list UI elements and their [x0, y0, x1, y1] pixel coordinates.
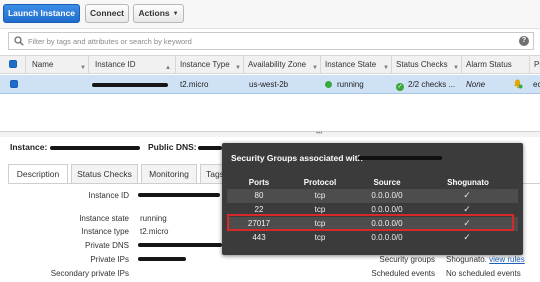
column-header-status-checks-label: Status Checks: [396, 60, 448, 69]
column-header-instance-id[interactable]: Instance ID ▲: [89, 56, 176, 73]
grip-icon: •••: [316, 131, 323, 137]
rule-protocol: tcp: [314, 233, 326, 242]
instance-label: Instance:: [10, 142, 48, 152]
rule-source: 0.0.0.0/0: [371, 191, 403, 200]
sort-icon: ▼: [312, 65, 318, 71]
private-ips-label: Private IPs: [90, 255, 129, 264]
rule-row: 80 tcp 0.0.0.0/0 ✓: [227, 189, 518, 203]
connect-button[interactable]: Connect: [85, 4, 129, 23]
sort-icon: ▼: [235, 65, 241, 71]
redacted-private-dns: [138, 243, 222, 247]
highlight-box: [227, 214, 514, 231]
public-dns-label: Public DNS:: [148, 142, 197, 152]
search-placeholder: Filter by tags and attributes or search …: [28, 37, 192, 46]
redacted-instance-id: [92, 83, 168, 87]
column-header-name[interactable]: Name ▼: [26, 56, 89, 73]
chevron-down-icon: ▼: [172, 11, 179, 17]
sort-icon: ▼: [383, 65, 389, 71]
tab-monitoring[interactable]: Monitoring: [141, 164, 197, 183]
redacted-instance-id-value: [138, 193, 220, 197]
search-icon: [14, 36, 24, 46]
shogunato-column-header: Shogunato: [447, 178, 489, 187]
tab-status-checks[interactable]: Status Checks: [71, 164, 138, 183]
instance-state-value: running: [337, 80, 364, 89]
instance-type-value: t2.micro: [140, 227, 169, 236]
alarm-status-cell: None: [466, 80, 486, 89]
popup-title: Security Groups associated with: [231, 153, 363, 163]
instance-id-label: Instance ID: [88, 191, 129, 200]
column-header-public-dns[interactable]: Pu: [530, 56, 540, 73]
protocol-column-header: Protocol: [303, 178, 337, 187]
check-icon: ✓: [463, 232, 471, 242]
rule-source: 0.0.0.0/0: [371, 233, 403, 242]
instance-state-value: running: [140, 214, 167, 223]
sort-icon: ▼: [80, 65, 86, 71]
tab-description[interactable]: Description: [8, 164, 68, 184]
rule-port: 22: [254, 205, 264, 214]
rule-port: 443: [252, 233, 266, 242]
rule-port: 80: [254, 191, 264, 200]
column-header-availability-zone-label: Availability Zone: [248, 60, 307, 69]
redacted-instance-name: [358, 156, 442, 160]
column-header-status-checks[interactable]: Status Checks ▼: [392, 56, 462, 73]
instances-table-header: Name ▼ Instance ID ▲ Instance Type ▼ Ava…: [0, 55, 540, 74]
column-header-availability-zone[interactable]: Availability Zone ▼: [244, 56, 321, 73]
public-dns-cell: ec: [533, 80, 540, 89]
column-header-name-label: Name: [32, 60, 54, 69]
view-rules-link[interactable]: view rules: [489, 255, 525, 264]
instance-type-cell: t2.micro: [180, 80, 209, 89]
ports-column-header: Ports: [248, 178, 270, 187]
actions-label: Actions: [138, 8, 170, 18]
column-header-public-dns-label: Pu: [534, 60, 540, 69]
status-checks-value: 2/2 checks ...: [408, 80, 456, 89]
security-groups-label: Security groups: [379, 255, 435, 264]
help-icon[interactable]: ?: [519, 36, 529, 46]
instance-state-cell: running: [325, 75, 364, 94]
redacted-instance: [50, 146, 140, 150]
running-status-icon: [325, 81, 332, 88]
redacted-public-dns: [198, 146, 222, 150]
secondary-private-ips-label: Secondary private IPs: [50, 269, 129, 278]
check-icon: ✓: [463, 190, 471, 200]
column-header-instance-state-label: Instance State: [325, 60, 377, 69]
search-input[interactable]: Filter by tags and attributes or search …: [8, 32, 534, 50]
launch-instance-button[interactable]: Launch Instance: [3, 4, 80, 23]
status-ok-icon: ✓: [396, 83, 404, 91]
status-checks-cell: ✓ 2/2 checks ...: [396, 75, 455, 94]
rule-source: 0.0.0.0/0: [371, 205, 403, 214]
column-header-instance-type-label: Instance Type: [180, 60, 230, 69]
column-header-alarm-status[interactable]: Alarm Status: [462, 56, 530, 73]
row-checkbox[interactable]: [10, 80, 18, 88]
security-group-name[interactable]: Shogunato: [446, 255, 485, 264]
select-all-cell: [0, 56, 26, 73]
redacted-private-ips: [138, 257, 186, 261]
rule-protocol: tcp: [314, 205, 326, 214]
private-dns-label: Private DNS: [84, 241, 129, 250]
table-row[interactable]: t2.micro us-west-2b running ✓ 2/2 checks …: [0, 75, 540, 94]
actions-button[interactable]: Actions ▼: [133, 4, 184, 23]
security-groups-value: Shogunato. view rules: [446, 255, 525, 264]
sort-icon: ▼: [453, 65, 459, 71]
instance-state-label: Instance state: [79, 214, 129, 223]
alarm-bell-icon[interactable]: [512, 75, 523, 94]
column-header-instance-type[interactable]: Instance Type ▼: [176, 56, 244, 73]
scheduled-events-value: No scheduled events: [446, 269, 521, 278]
security-groups-popup: Security Groups associated with Ports Pr…: [222, 143, 523, 255]
sort-icon: ▲: [165, 65, 171, 71]
pane-splitter[interactable]: •••: [0, 131, 540, 137]
availability-zone-cell: us-west-2b: [249, 80, 289, 89]
public-dns-header: Public DNS:: [148, 142, 197, 152]
scheduled-events-label: Scheduled events: [371, 269, 435, 278]
rule-protocol: tcp: [314, 191, 326, 200]
select-all-checkbox[interactable]: [9, 60, 17, 68]
column-header-instance-id-label: Instance ID: [95, 60, 136, 69]
details-header: Instance:: [10, 142, 47, 152]
toolbar: Launch Instance Connect Actions ▼: [0, 0, 540, 29]
instance-type-label: Instance type: [81, 227, 129, 236]
rule-row: 443 tcp 0.0.0.0/0 ✓: [227, 231, 518, 245]
column-header-instance-state[interactable]: Instance State ▼: [321, 56, 392, 73]
source-column-header: Source: [373, 178, 401, 187]
column-header-alarm-status-label: Alarm Status: [466, 60, 512, 69]
